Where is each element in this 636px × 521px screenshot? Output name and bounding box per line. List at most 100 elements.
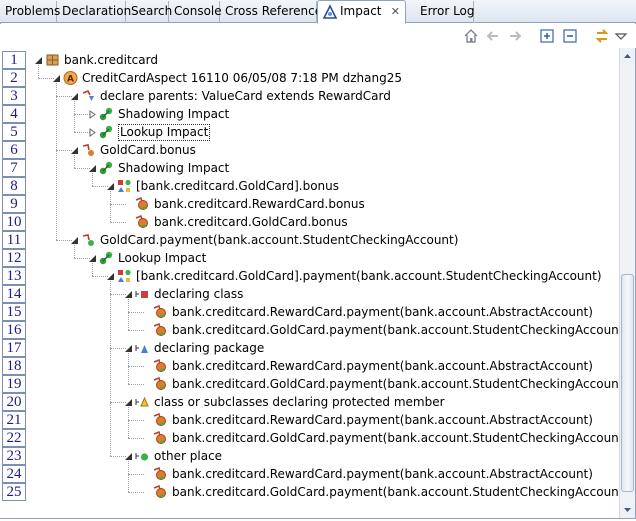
sync-icon[interactable] (593, 27, 611, 45)
tree-row[interactable]: Shadowing Impact (0, 105, 615, 123)
expanded-arrow-icon[interactable] (70, 146, 79, 155)
tree-row[interactable]: Lookup Impact (0, 249, 615, 267)
forward-arrow-icon[interactable] (506, 27, 524, 45)
tree-row[interactable]: bank.creditcard.RewardCard.payment(bank.… (0, 465, 615, 483)
tree-row[interactable]: bank.creditcard.GoldCard.bonus (0, 213, 615, 231)
tree-row[interactable]: bank.creditcard.RewardCard.payment(bank.… (0, 357, 615, 375)
reference-icon (134, 196, 151, 212)
reference-icon (152, 484, 169, 500)
view-tab-bar: Problems Declaration Search Console Cros… (0, 0, 636, 24)
field-change-icon (80, 142, 97, 158)
impact-toolbar (0, 24, 636, 48)
tree-row[interactable]: Lookup Impact (0, 123, 615, 141)
expanded-arrow-icon[interactable] (124, 452, 133, 461)
expanded-arrow-icon[interactable] (124, 398, 133, 407)
tree-node-label: bank.creditcard.GoldCard.bonus (154, 215, 348, 229)
tree-row[interactable]: bank.creditcard.RewardCard.bonus (0, 195, 615, 213)
tree-node-label: bank.creditcard.RewardCard.bonus (154, 197, 365, 211)
tree-row[interactable]: declaring class (0, 285, 615, 303)
tree-row[interactable]: [bank.creditcard.GoldCard].bonus (0, 177, 615, 195)
reference-icon (152, 358, 169, 374)
impact-icon (98, 106, 115, 122)
tree-row[interactable]: declare parents: ValueCard extends Rewar… (0, 87, 615, 105)
tree-node-label: Lookup Impact (118, 251, 207, 265)
scroll-up-button[interactable] (620, 48, 635, 64)
tab-search[interactable]: Search (126, 1, 172, 23)
tree-row[interactable]: GoldCard.payment(bank.account.StudentChe… (0, 231, 615, 249)
tree-node-label: declaring class (154, 287, 244, 301)
tree-row[interactable]: [bank.creditcard.GoldCard].payment(bank.… (0, 267, 615, 285)
tree-row[interactable]: declaring package (0, 339, 615, 357)
tree-row[interactable]: GoldCard.bonus (0, 141, 615, 159)
tree-node-label: [bank.creditcard.GoldCard].bonus (136, 179, 340, 193)
expanded-arrow-icon[interactable] (70, 92, 79, 101)
declaring-package-icon (134, 340, 151, 356)
tree-node-label: CreditCardAspect 16110 06/05/08 7:18 PM … (82, 71, 402, 85)
tree-row[interactable]: other place (0, 447, 615, 465)
reference-icon (152, 412, 169, 428)
impact-tree[interactable]: 1 2 3 4 5 6 7 8 9 10 11 12 13 14 15 16 17 18 19 20 21 22 23 24 2… (0, 48, 619, 518)
close-icon[interactable]: ✕ (391, 1, 400, 22)
tree-row[interactable]: Shadowing Impact (0, 159, 615, 177)
shapes-icon (116, 268, 133, 284)
reference-icon (152, 304, 169, 320)
expanded-arrow-icon[interactable] (106, 182, 115, 191)
impact-icon (98, 124, 115, 140)
home-icon[interactable] (462, 27, 480, 45)
tree-node-label: bank.creditcard (64, 53, 158, 67)
reference-icon (152, 430, 169, 446)
impact-tab-icon (322, 4, 338, 19)
collapsed-arrow-icon[interactable] (88, 128, 97, 137)
expanded-arrow-icon[interactable] (88, 254, 97, 263)
expanded-arrow-icon[interactable] (124, 344, 133, 353)
tree-node-label: Shadowing Impact (118, 161, 230, 175)
scroll-down-button[interactable] (620, 502, 635, 518)
tree-node-label: GoldCard.bonus (100, 143, 196, 157)
tree-node-label: other place (154, 449, 223, 463)
tab-problems[interactable]: Problems (0, 1, 60, 23)
tree-row[interactable]: bank.creditcard.GoldCard.payment(bank.ac… (0, 483, 619, 501)
tab-impact-label: Impact (340, 4, 382, 18)
tab-declaration[interactable]: Declaration (57, 1, 131, 23)
tree-node-label: declaring package (154, 341, 265, 355)
tree-node-label: class or subclasses declaring protected … (154, 395, 445, 409)
tab-console[interactable]: Console (169, 1, 222, 23)
tree-node-label: bank.creditcard.RewardCard.payment(bank.… (172, 413, 593, 427)
aspect-icon: A (62, 70, 79, 86)
tab-impact[interactable]: Impact ✕ (317, 0, 406, 24)
expanded-arrow-icon[interactable] (52, 74, 61, 83)
impact-icon (98, 160, 115, 176)
tree-row[interactable]: bank.creditcard.GoldCard.payment(bank.ac… (0, 321, 619, 339)
back-arrow-icon[interactable] (484, 27, 502, 45)
expanded-arrow-icon[interactable] (88, 164, 97, 173)
tab-cross-references[interactable]: Cross References (220, 1, 328, 23)
tree-row[interactable]: bank.creditcard.GoldCard.payment(bank.ac… (0, 429, 619, 447)
scroll-thumb[interactable] (621, 274, 634, 492)
vertical-scrollbar[interactable] (619, 48, 635, 518)
expanded-arrow-icon[interactable] (70, 236, 79, 245)
collapse-all-icon[interactable] (561, 27, 579, 45)
tree-node-label: bank.creditcard.RewardCard.payment(bank.… (172, 359, 593, 373)
reference-icon (152, 322, 169, 338)
tree-row[interactable]: bank.creditcard (0, 51, 615, 69)
tab-error-log[interactable]: Error Log (415, 1, 475, 23)
tree-node-label: Lookup Impact (118, 124, 211, 141)
tree-row[interactable]: class or subclasses declaring protected … (0, 393, 615, 411)
expanded-arrow-icon[interactable] (106, 272, 115, 281)
tree-row[interactable]: bank.creditcard.RewardCard.payment(bank.… (0, 411, 615, 429)
impact-icon (98, 250, 115, 266)
reference-icon (152, 376, 169, 392)
expand-all-icon[interactable] (538, 27, 556, 45)
tree-row[interactable]: bank.creditcard.GoldCard.payment(bank.ac… (0, 375, 619, 393)
tree-row[interactable]: A CreditCardAspect 16110 06/05/08 7:18 PM… (0, 69, 615, 87)
tree-row[interactable]: bank.creditcard.RewardCard.payment(bank.… (0, 303, 615, 321)
collapsed-arrow-icon[interactable] (88, 110, 97, 119)
view-menu-icon[interactable] (614, 27, 628, 45)
expanded-arrow-icon[interactable] (124, 290, 133, 299)
other-place-icon (134, 448, 151, 464)
expanded-arrow-icon[interactable] (34, 56, 43, 65)
declaring-class-icon (134, 286, 151, 302)
shapes-icon (116, 178, 133, 194)
tree-node-label: [bank.creditcard.GoldCard].payment(bank.… (136, 269, 602, 283)
tree-node-label: bank.creditcard.GoldCard.payment(bank.ac… (172, 377, 619, 391)
